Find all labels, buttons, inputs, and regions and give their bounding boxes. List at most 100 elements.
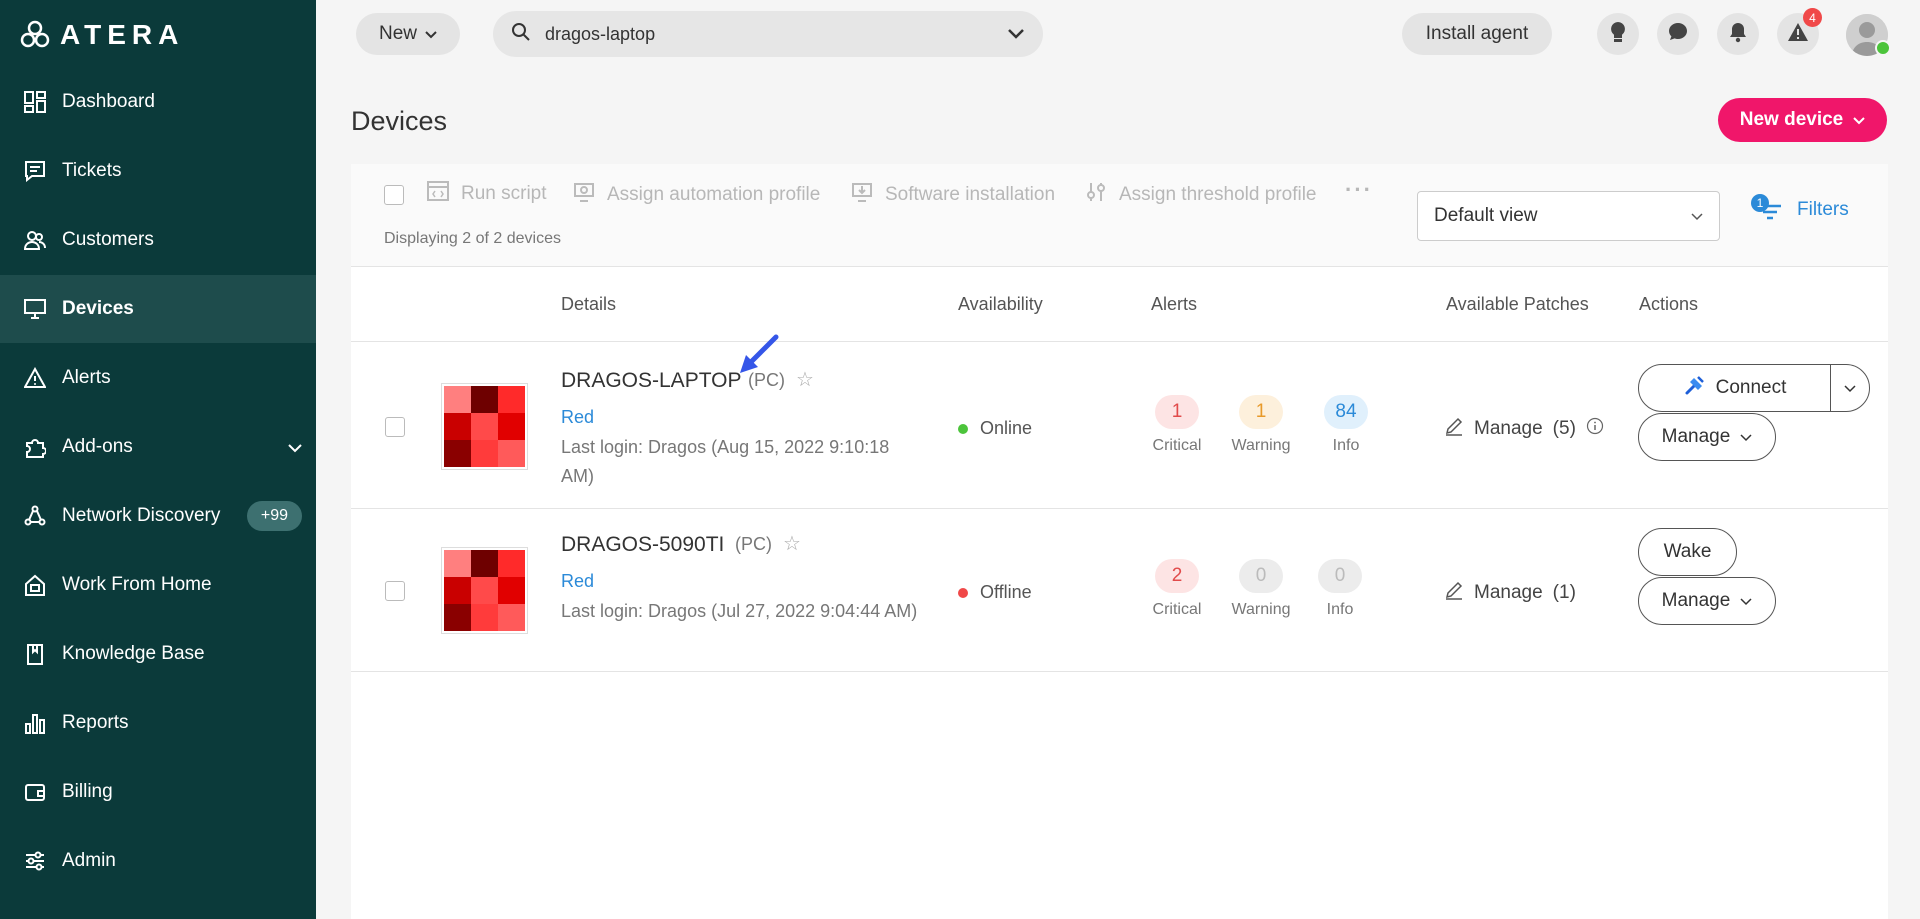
alert-warning[interactable]: 0 Warning [1226,559,1296,619]
header-alerts[interactable]: Alerts [1151,294,1197,315]
sidebar-item-admin[interactable]: Admin [0,827,316,895]
warning-count: 1 [1239,395,1283,429]
sidebar: ATERA Dashboard Tickets Customers Device… [0,0,316,919]
admin-icon [22,848,48,874]
device-name-link[interactable]: DRAGOS-5090TI [561,533,724,557]
sidebar-item-dashboard[interactable]: Dashboard [0,68,316,136]
sidebar-item-devices[interactable]: Devices [0,275,316,343]
sidebar-item-network-discovery[interactable]: Network Discovery +99 [0,482,316,550]
manage-label: Manage [1661,426,1731,447]
view-select-value: Default view [1434,205,1538,226]
new-device-button[interactable]: New device [1718,98,1887,142]
assign-threshold-action[interactable]: Assign threshold profile [1085,181,1317,209]
pencil-icon [1444,416,1464,442]
sidebar-item-label: Knowledge Base [62,643,205,664]
lightbulb-icon [1608,21,1628,48]
alert-warning[interactable]: 1 Warning [1226,395,1296,455]
cursor-arrow-icon [740,334,779,373]
status-dot [958,423,968,434]
chat-icon [1667,21,1689,48]
connect-button[interactable]: Connect [1638,364,1832,412]
warning-label: Warning [1231,437,1291,454]
assign-automation-action[interactable]: Assign automation profile [573,181,820,209]
notifications-button[interactable] [1717,13,1759,55]
chevron-down-icon [1853,109,1865,131]
atera-logo-icon [20,20,50,48]
star-icon[interactable]: ☆ [796,367,814,392]
manage-patches-link[interactable]: Manage (5) [1444,416,1604,442]
new-button[interactable]: New [356,13,460,55]
alert-info[interactable]: 0 Info [1305,559,1375,619]
script-icon [427,181,449,207]
sidebar-item-work-from-home[interactable]: Work From Home [0,551,316,619]
connect-options-button[interactable] [1830,364,1870,412]
connect-label: Connect [1715,377,1787,398]
sidebar-item-label: Network Discovery [62,505,221,526]
software-installation-label: Software installation [885,184,1056,205]
customer-link[interactable]: Red [561,571,594,592]
sidebar-item-label: Admin [62,850,116,871]
alert-critical[interactable]: 1 Critical [1142,395,1212,455]
filters-label: Filters [1797,199,1849,220]
displaying-count: Displaying 2 of 2 devices [384,230,561,247]
manage-button[interactable]: Manage [1638,413,1776,461]
header-details[interactable]: Details [561,294,616,315]
device-name-link[interactable]: DRAGOS-LAPTOP [561,369,742,393]
customers-icon [22,227,48,253]
last-login: Last login: Dragos (Aug 15, 2022 9:10:18… [561,437,890,486]
threshold-icon [1085,181,1107,209]
run-script-label: Run script [461,183,547,204]
filters-count-badge: 1 [1751,194,1769,212]
reports-icon [22,710,48,736]
filters-button[interactable]: 1 Filters [1751,194,1849,226]
sidebar-item-billing[interactable]: Billing [0,758,316,826]
info-label: Info [1326,601,1354,618]
select-all-checkbox[interactable] [384,185,404,205]
sidebar-item-customers[interactable]: Customers [0,206,316,274]
header-available-patches[interactable]: Available Patches [1446,294,1589,315]
alert-critical[interactable]: 2 Critical [1142,559,1212,619]
sidebar-item-tickets[interactable]: Tickets [0,137,316,205]
alerts-button[interactable]: 4 [1777,8,1822,55]
manage-patches-label: Manage [1474,582,1543,603]
sidebar-item-label: Work From Home [62,574,212,595]
search-input[interactable]: dragos-laptop [493,11,1043,57]
online-status-dot [1875,40,1891,56]
more-actions-button[interactable]: ··· [1345,177,1373,203]
alert-info[interactable]: 84 Info [1311,395,1381,455]
info-circle-icon[interactable] [1586,417,1604,441]
sidebar-item-reports[interactable]: Reports [0,689,316,757]
header-actions: Actions [1639,294,1699,314]
chevron-down-icon [1740,590,1752,612]
star-icon[interactable]: ☆ [783,531,801,556]
sidebar-item-addons[interactable]: Add-ons [0,413,316,481]
sidebar-item-label: Alerts [62,367,111,388]
warning-icon [1787,22,1809,47]
table-header: Details Availability Alerts Available Pa… [351,267,1888,342]
info-label: Info [1332,437,1360,454]
sidebar-item-alerts[interactable]: Alerts [0,344,316,412]
customer-link[interactable]: Red [561,407,594,428]
addons-icon [22,434,48,460]
lightbulb-button[interactable] [1597,13,1639,55]
chevron-down-icon[interactable] [1007,24,1025,45]
view-select[interactable]: Default view [1417,191,1720,241]
software-installation-action[interactable]: Software installation [851,181,1055,209]
wake-button[interactable]: Wake [1638,528,1737,576]
atera-logo[interactable]: ATERA [20,18,184,52]
sidebar-item-label: Customers [62,229,154,250]
row-checkbox[interactable] [385,581,405,601]
run-script-action[interactable]: Run script [427,181,547,207]
manage-button[interactable]: Manage [1638,577,1776,625]
sidebar-item-knowledge-base[interactable]: Knowledge Base [0,620,316,688]
header-availability[interactable]: Availability [958,294,1043,315]
table-row: DRAGOS-5090TI (PC) ☆ Red Last login: Dra… [351,509,1888,672]
alerts-icon [22,365,48,391]
page-title: Devices [351,106,448,136]
bulk-actions-toolbar: Run script Assign automation profile Sof… [351,164,1888,267]
row-checkbox[interactable] [385,417,405,437]
install-agent-button[interactable]: Install agent [1402,13,1552,55]
connect-icon [1684,374,1706,402]
chat-button[interactable] [1657,13,1699,55]
manage-patches-link[interactable]: Manage (1) [1444,580,1576,606]
